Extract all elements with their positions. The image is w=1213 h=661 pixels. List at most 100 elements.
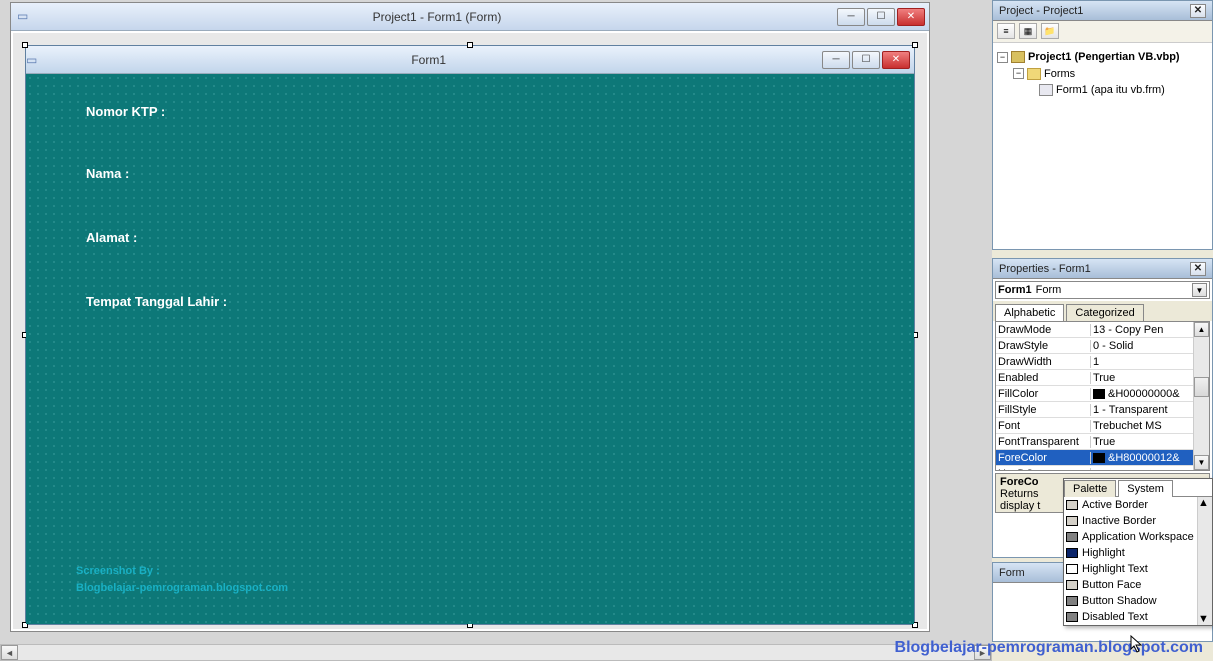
tree-project-root[interactable]: − Project1 (Pengertian VB.vbp) [997, 49, 1208, 66]
properties-scrollbar[interactable]: ▲ ▼ [1193, 322, 1209, 470]
color-swatch-icon [1066, 564, 1078, 574]
tab-alphabetic[interactable]: Alphabetic [995, 304, 1064, 322]
panel-close-button[interactable]: ✕ [1190, 4, 1206, 18]
form1-title: Form1 [37, 53, 820, 67]
property-value[interactable]: True [1091, 436, 1209, 448]
scroll-down-button[interactable]: ▼ [1194, 455, 1209, 470]
property-row[interactable]: ForeColor&H80000012&▼ [996, 450, 1209, 466]
scroll-left-button[interactable]: ◄ [1, 645, 18, 660]
property-row[interactable]: FontTransparentTrue [996, 434, 1209, 450]
property-value[interactable]: 1 [1091, 356, 1209, 368]
color-swatch-icon [1066, 580, 1078, 590]
minimize-button[interactable]: ─ [837, 8, 865, 26]
tree-toggle-icon[interactable]: − [997, 52, 1008, 63]
panel-close-button[interactable]: ✕ [1190, 262, 1206, 276]
property-row[interactable]: DrawWidth1 [996, 354, 1209, 370]
tab-palette[interactable]: Palette [1064, 480, 1116, 497]
project-panel-title[interactable]: Project - Project1 ✕ [993, 1, 1212, 21]
color-option-label: Inactive Border [1082, 515, 1156, 527]
color-swatch-icon [1066, 532, 1078, 542]
color-option-label: Highlight [1082, 547, 1125, 559]
form-canvas[interactable]: Nomor KTP : Nama : Alamat : Tempat Tangg… [26, 74, 914, 624]
color-option[interactable]: Button Shadow [1064, 593, 1212, 609]
property-name: DrawWidth [996, 356, 1091, 368]
color-option-label: Button Face [1082, 579, 1141, 591]
color-option[interactable]: Highlight [1064, 545, 1212, 561]
color-swatch-icon [1066, 596, 1078, 606]
property-row[interactable]: FillStyle1 - Transparent [996, 402, 1209, 418]
color-swatch-icon [1066, 516, 1078, 526]
outer-title: Project1 - Form1 (Form) [39, 10, 835, 24]
color-list-scrollbar[interactable]: ▲ ▼ [1197, 497, 1212, 625]
property-value[interactable]: True [1091, 372, 1209, 384]
property-row[interactable]: HasDC [996, 466, 1209, 471]
property-value[interactable]: &H80000012&▼ [1091, 452, 1209, 464]
property-value[interactable]: 0 - Solid [1091, 340, 1209, 352]
color-option[interactable]: Application Workspace [1064, 529, 1212, 545]
label-tempat-tanggal-lahir[interactable]: Tempat Tanggal Lahir : [86, 294, 227, 309]
property-name: Enabled [996, 372, 1091, 384]
close-button[interactable]: ✕ [897, 8, 925, 26]
property-row[interactable]: DrawStyle0 - Solid [996, 338, 1209, 354]
color-option-label: Disabled Text [1082, 611, 1148, 623]
property-name: DrawStyle [996, 340, 1091, 352]
color-swatch-icon [1066, 548, 1078, 558]
form-icon [26, 53, 37, 67]
color-option[interactable]: Button Face [1064, 577, 1212, 593]
property-name: FontTransparent [996, 436, 1091, 448]
folder-icon [1027, 68, 1041, 80]
property-row[interactable]: EnabledTrue [996, 370, 1209, 386]
color-option[interactable]: Highlight Text [1064, 561, 1212, 577]
project-icon [1011, 51, 1025, 63]
project-toolbar: ≡ ▦ 📁 [993, 21, 1212, 43]
property-grid[interactable]: DrawMode13 - Copy PenDrawStyle0 - SolidD… [995, 321, 1210, 471]
property-name: Font [996, 420, 1091, 432]
label-nomor-ktp[interactable]: Nomor KTP : [86, 104, 165, 119]
mouse-cursor-icon [1130, 635, 1146, 655]
view-code-button[interactable]: ≡ [997, 23, 1015, 39]
minimize-button: ─ [822, 51, 850, 69]
outer-titlebar[interactable]: Project1 - Form1 (Form) ─ ☐ ✕ [11, 3, 929, 31]
color-swatch-icon [1093, 453, 1105, 463]
chevron-down-icon[interactable]: ▼ [1192, 283, 1207, 297]
scroll-up-button[interactable]: ▲ [1194, 322, 1209, 337]
property-row[interactable]: FillColor&H00000000& [996, 386, 1209, 402]
label-nama[interactable]: Nama : [86, 166, 129, 181]
properties-panel-title[interactable]: Properties - Form1 ✕ [993, 259, 1212, 279]
tab-categorized[interactable]: Categorized [1066, 304, 1143, 322]
property-name: FillStyle [996, 404, 1091, 416]
color-picker-dropdown[interactable]: Palette System Active Border Inactive Bor… [1063, 478, 1213, 626]
property-value[interactable]: 1 - Transparent [1091, 404, 1209, 416]
toggle-folders-button[interactable]: 📁 [1041, 23, 1059, 39]
color-option[interactable]: Disabled Text [1064, 609, 1212, 625]
property-name: FillColor [996, 388, 1091, 400]
tree-item-form1[interactable]: Form1 (apa itu vb.frm) [997, 82, 1208, 99]
maximize-button[interactable]: ☐ [867, 8, 895, 26]
maximize-button: ☐ [852, 51, 880, 69]
tree-toggle-icon[interactable]: − [1013, 68, 1024, 79]
color-option[interactable]: Inactive Border [1064, 513, 1212, 529]
property-row[interactable]: DrawMode13 - Copy Pen [996, 322, 1209, 338]
project-tree[interactable]: − Project1 (Pengertian VB.vbp) − Forms F… [993, 43, 1212, 105]
tree-folder-forms[interactable]: − Forms [997, 66, 1208, 83]
property-row[interactable]: FontTrebuchet MS [996, 418, 1209, 434]
tab-system[interactable]: System [1118, 480, 1173, 497]
color-option[interactable]: Active Border [1064, 497, 1212, 513]
scroll-thumb[interactable] [1194, 377, 1209, 397]
scroll-down-button[interactable]: ▼ [1198, 613, 1212, 625]
property-value[interactable]: &H00000000& [1091, 388, 1209, 400]
watermark-text: Screenshot By : Blogbelajar-pemrograman.… [76, 563, 288, 596]
scroll-up-button[interactable]: ▲ [1198, 497, 1212, 509]
property-name: ForeColor [996, 452, 1091, 464]
property-name: HasDC [996, 468, 1091, 472]
property-value[interactable]: 13 - Copy Pen [1091, 324, 1209, 336]
property-value[interactable]: Trebuchet MS [1091, 420, 1209, 432]
view-object-button[interactable]: ▦ [1019, 23, 1037, 39]
color-swatch-icon [1066, 612, 1078, 622]
label-alamat[interactable]: Alamat : [86, 230, 137, 245]
project-explorer-panel: Project - Project1 ✕ ≡ ▦ 📁 − Project1 (P… [992, 0, 1213, 250]
color-swatch-icon [1093, 389, 1105, 399]
object-selector-combo[interactable]: Form1 Form ▼ [995, 281, 1210, 299]
form-designer[interactable]: Form1 ─ ☐ ✕ Nomor KTP : Nama : Alamat : … [25, 45, 915, 625]
horizontal-scrollbar[interactable]: ◄ ► [0, 644, 992, 661]
